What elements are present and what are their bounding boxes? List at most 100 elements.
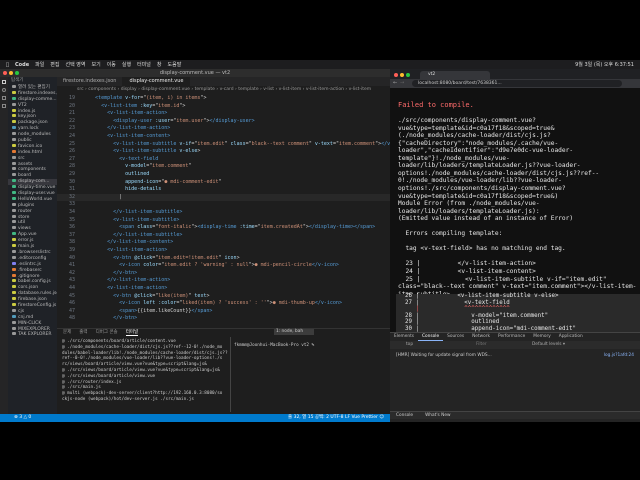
menu-item[interactable]: 창 [157,61,162,68]
code-line[interactable]: 25 <v-list-item-subtitle v-if="item.edit… [57,141,390,149]
menu-item[interactable]: 편집 [50,61,59,68]
code-line[interactable]: 46 <v-icon left :color="liked(item) ? 's… [57,300,390,308]
breadcrumb[interactable]: src › components › display › display-com… [57,86,390,93]
code-editor[interactable]: 19 <template v-for="(item, i) in items">… [57,93,390,326]
search-icon[interactable] [2,88,6,92]
menu-item[interactable]: 도움말 [168,61,182,68]
terminal-prompt[interactable]: fkmmm@Joonhui-MacBook-Pro vt2 % [234,343,317,348]
apple-icon[interactable]:  [6,62,9,68]
minimize-icon[interactable] [400,73,404,77]
tab-problems[interactable]: 문제 [63,329,71,336]
code-line[interactable]: 24 <v-list-item-content> [57,133,390,141]
code-line[interactable]: 34 </v-list-item-subtitle> [57,209,390,217]
tab-elements[interactable]: Elements [390,333,418,341]
tab-terminal[interactable]: 터미널 [125,329,139,336]
menu-item[interactable]: 터미널 [137,61,151,68]
code-line[interactable]: 19 <template v-for="(item, i) in items"> [57,95,390,103]
forward-icon[interactable]: → [400,80,404,86]
line-number: 40 [68,254,75,261]
explorer-item[interactable]: display-comme... [8,96,57,103]
code-line[interactable]: 39 <v-list-item-action> [57,247,390,255]
tab-application[interactable]: Application [555,333,587,341]
code-line[interactable]: 37 </v-list-item-subtitle> [57,232,390,240]
tab-console[interactable]: Console [418,333,444,341]
tab-debug-console[interactable]: 디버그 콘솔 [96,329,118,336]
code-line[interactable]: 40 <v-btn @click="item.edit=!item.edit" … [57,255,390,263]
code-line[interactable]: 31 hide-details [57,186,390,194]
explorer-item[interactable]: firestoreConfig.js [8,302,57,309]
file-icon [12,279,16,283]
error-line: 25 | <v-list-item-subtitle v-if="item.ed… [398,275,607,283]
code-line[interactable]: 33 [57,201,390,209]
menu-item[interactable]: 선택 영역 [66,61,86,68]
drawer-tab-console[interactable]: Console [390,412,419,419]
line-number: 38 [68,239,75,246]
tab-output[interactable]: 출력 [79,329,87,336]
file-icon [12,120,16,124]
extensions-icon[interactable] [2,104,6,108]
tab-memory[interactable]: Memory [529,333,554,341]
console-message-source[interactable]: log.js?1afd:24 [604,352,634,359]
code-line[interactable]: 21 <v-list-item-action> [57,110,390,118]
error-line: (Emitted value instead of an instance of… [398,215,574,223]
terminal-line: ckjs-node (webpack)/hot/dev-server.js ./… [62,397,194,402]
status-right[interactable]: 줄 32, 열 15 공백: 2 UTF-8 LF Vue Prettier ☺ [288,414,384,422]
code-line[interactable]: 43 </v-list-item-action> [57,277,390,285]
close-icon[interactable] [3,71,7,75]
tab-firestore-indexes[interactable]: firestore.indexes.json [57,77,124,86]
tab-network[interactable]: Network [468,333,494,341]
menubar-clock[interactable]: 9월 3일 (목) 오후 6:37:51 [575,61,634,68]
drawer-tab-whats-new[interactable]: What's New [419,412,456,419]
explorer-item[interactable]: TAK EXPLORER [8,332,57,338]
minimize-icon[interactable] [9,71,13,75]
code-line[interactable]: 28 v-model="item.comment" [57,163,390,171]
code-line[interactable]: 22 <display-user :user="item.user"></dis… [57,118,390,126]
tab-sources[interactable]: Sources [443,333,468,341]
code-line[interactable]: 20 <v-list-item :key="item.id"> [57,103,390,111]
terminal-select[interactable]: 1: node, bah [274,329,314,335]
url-field[interactable]: localhost:8080/board/test/7638361... [412,80,622,87]
code-line[interactable]: 48 </v-btn> [57,315,390,323]
browser-tab[interactable]: vt2 [420,71,490,79]
explorer-item-label: util [18,220,26,226]
explorer-item-label: .gitignore [18,273,40,279]
levels-select[interactable]: Default levels ▾ [532,341,565,349]
file-icon [12,167,16,171]
tab-display-comment[interactable]: display-comment.vue [123,77,191,86]
context-select[interactable]: top [406,341,413,349]
code-line[interactable]: 41 <v-icon color="item.edit ? 'warning' … [57,262,390,270]
file-icon [12,138,16,142]
terminal-split-divider[interactable] [230,337,231,412]
terminal-output-left[interactable]: @ ./src/components/board/article/content… [62,339,262,411]
code-line[interactable]: 30 append-icon="● mdi-comment-edit" [57,179,390,187]
code-line[interactable]: 45 <v-btn @click="like(item)" text> [57,293,390,301]
close-icon[interactable] [394,73,398,77]
code-line[interactable]: 29 outlined [57,171,390,179]
menu-item[interactable]: 보기 [92,61,101,68]
file-icon [12,85,16,88]
filter-input[interactable]: Filter [476,341,487,349]
back-icon[interactable]: ← [393,80,397,86]
menu-item[interactable]: 이동 [107,61,116,68]
code-line[interactable]: 36 <span class="font-italic"><display-ti… [57,224,390,232]
code-line[interactable]: 35 <v-list-item-subtitle> [57,217,390,225]
code-line[interactable]: 23 </v-list-item-action> [57,125,390,133]
code-line[interactable]: 44 <v-list-item-action> [57,285,390,293]
files-icon[interactable] [2,80,6,84]
maximize-icon[interactable] [15,71,19,75]
code-line[interactable]: 38 </v-list-item-content> [57,239,390,247]
explorer-item-label: package.json [18,120,48,126]
error-line: vue&type=template&id=c0a17f18&scoped=tru… [398,124,555,132]
source-control-icon[interactable] [2,96,6,100]
menu-item[interactable]: 실행 [122,61,131,68]
code-line[interactable]: 42 </v-btn> [57,270,390,278]
code-line[interactable]: 26 <v-list-item-subtitle v-else> [57,148,390,156]
status-problems[interactable]: ⊗ 3 △ 0 [0,415,31,420]
maximize-icon[interactable] [406,73,410,77]
menubar-app-name[interactable]: Code [15,62,29,68]
tab-performance[interactable]: Performance [494,333,529,341]
code-line[interactable]: 32 | [57,193,390,202]
menu-item[interactable]: 파일 [35,61,44,68]
code-line[interactable]: 47 <span>{{item.likeCount}}</span> [57,308,390,316]
code-line[interactable]: 27 <v-text-field [57,156,390,164]
